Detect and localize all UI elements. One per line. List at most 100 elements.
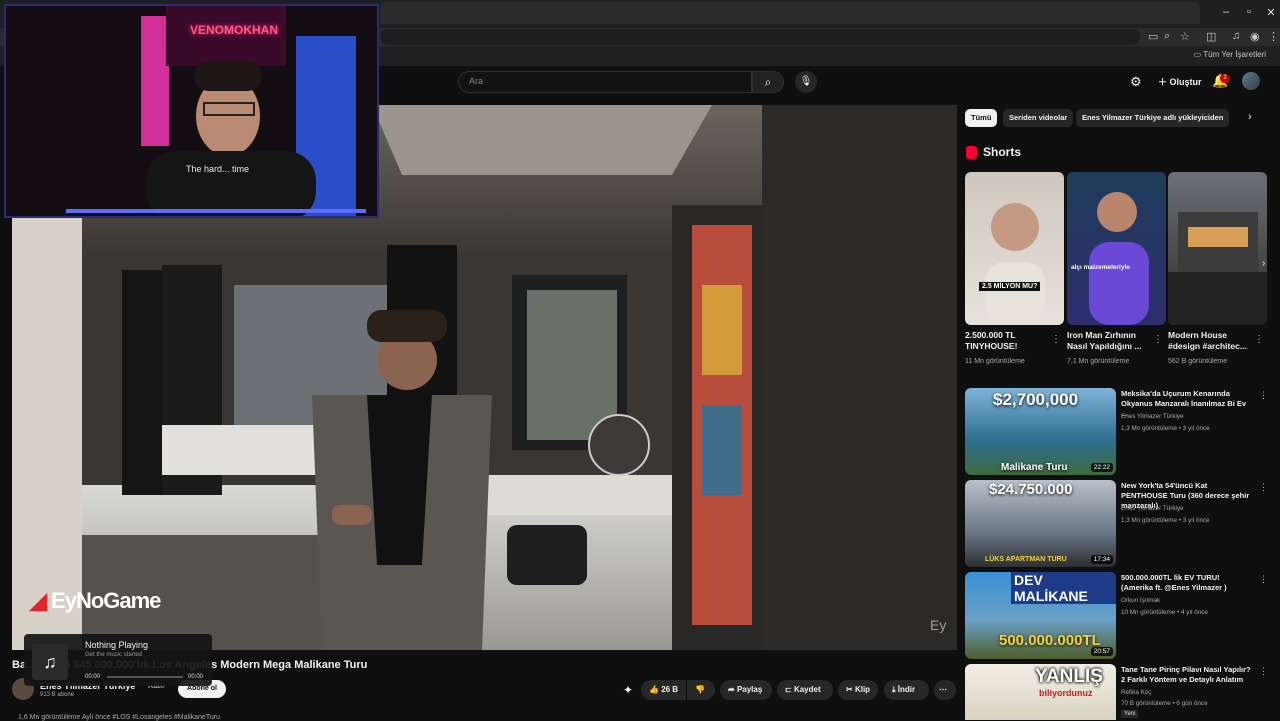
short-thumb-art — [985, 203, 1045, 325]
rec-thumb-caption: biliyordunuz — [1039, 688, 1093, 698]
account-avatar[interactable] — [1242, 72, 1260, 90]
clip-label: Klip — [854, 685, 871, 694]
rec-meta: 10 Mn görüntüleme • 4 yıl önce — [1121, 609, 1208, 616]
rec-duration: 22:22 — [1090, 463, 1113, 472]
chip-series[interactable]: Seriden videolar — [1003, 109, 1074, 127]
rec-thumbnail[interactable]: $24.750.000 LÜKS APARTMAN TURU 17:34 — [965, 480, 1116, 567]
music-time-end: 00:00 — [188, 674, 204, 680]
minimize-button[interactable]: – — [1214, 6, 1238, 18]
search-input[interactable]: Ara — [458, 71, 752, 93]
rec-thumb-headline: DEV MALİKANE — [1011, 572, 1116, 604]
thumbs-down-icon: 👎 — [695, 685, 705, 694]
short-more-icon[interactable]: ⋮ — [1051, 334, 1061, 345]
star-icon[interactable]: ☆ — [1180, 30, 1190, 43]
cast-icon[interactable]: ⚙ — [1130, 74, 1142, 90]
rec-thumb-caption: LÜKS APARTMAN TURU — [985, 556, 1067, 563]
voice-search-button[interactable]: 🎙 — [795, 71, 817, 93]
chevron-right-icon[interactable]: › — [1248, 111, 1252, 123]
media-icon[interactable]: ♫ — [1232, 30, 1240, 42]
short-title[interactable]: Iron Man Zırhının Nasıl Yapıldığını ... — [1067, 330, 1151, 352]
zoom-icon[interactable]: ⌕ — [1164, 30, 1170, 43]
rec-channel[interactable]: Enes Yilmazer Türkiye — [1121, 413, 1184, 420]
short-more-icon[interactable]: ⋮ — [1153, 334, 1163, 345]
rec-thumbnail[interactable]: $2,700,000 Malikane Turu 22:22 — [965, 388, 1116, 475]
rec-title[interactable]: 500.000.000TL lik EV TURU! (Amerika ft. … — [1121, 573, 1251, 593]
short-title[interactable]: Modern House #design #architec... — [1168, 330, 1252, 352]
rec-title[interactable]: Tane Tane Pirinç Pilavı Nasıl Yapılır? 2… — [1121, 665, 1251, 685]
chip-all[interactable]: Tümü — [965, 109, 998, 127]
clip-button[interactable]: ✂ Klip — [838, 680, 878, 700]
rec-channel[interactable]: Refika Koç — [1121, 689, 1151, 696]
all-bookmarks-label: Tüm Yer İşaretleri — [1203, 50, 1266, 59]
subscriber-count: 913 B abone — [40, 692, 75, 698]
webcam-scene — [6, 6, 377, 216]
new-badge: Yeni — [1121, 710, 1139, 718]
dislike-button[interactable]: 👎 — [687, 680, 715, 700]
logo-mark-icon: ◢ — [30, 588, 52, 613]
close-window-button[interactable]: ✕ — [1259, 6, 1280, 19]
screen-icon[interactable]: ▭ — [1148, 30, 1158, 43]
rec-more-icon[interactable]: ⋮ — [1259, 390, 1268, 401]
folder-icon: ▭ — [1193, 50, 1204, 59]
rec-more-icon[interactable]: ⋮ — [1259, 482, 1268, 493]
short-title[interactable]: 2.500.000 TL TINYHOUSE! — [965, 330, 1049, 352]
rec-duration: 17:34 — [1090, 555, 1113, 564]
save-label: Kaydet — [793, 685, 821, 694]
rec-thumbnail[interactable]: DEV MALİKANE 500.000.000TL 20:57 — [965, 572, 1116, 659]
browser-menu-icon[interactable]: ⋮ — [1268, 30, 1279, 43]
webcam-shirt-text: The hard... time — [186, 164, 250, 174]
more-actions-button[interactable]: ⋯ — [934, 680, 956, 700]
plus-icon: ＋ — [1158, 77, 1170, 87]
all-bookmarks-link[interactable]: ▭ Tüm Yer İşaretleri — [1194, 50, 1266, 59]
download-button[interactable]: ⤓ İndir — [884, 680, 929, 700]
thumbs-up-icon: 👍 — [649, 685, 662, 694]
extensions-icon[interactable]: ◫ — [1206, 30, 1216, 43]
sparkle-icon[interactable]: ✦ — [623, 683, 633, 697]
rec-thumb-headline: YANLIŞ — [1035, 666, 1103, 687]
short-views: 7,1 Mn görüntüleme — [1067, 358, 1130, 365]
create-label: Oluştur — [1169, 77, 1202, 87]
rec-channel[interactable]: Orkun Işıtmak — [1121, 597, 1160, 604]
rec-more-icon[interactable]: ⋮ — [1259, 574, 1268, 585]
short-views: 11 Mn görüntüleme — [965, 358, 1025, 365]
search-icon: ⌕ — [764, 75, 772, 89]
rec-meta: 1,3 Mn görüntüleme • 3 yıl önce — [1121, 517, 1210, 524]
like-button[interactable]: 👍 26 B — [641, 680, 686, 700]
rec-thumbnail[interactable]: YANLIŞ biliyordunuz — [965, 664, 1116, 720]
search-button[interactable]: ⌕ — [752, 71, 784, 93]
profile-icon[interactable]: ◉ — [1250, 30, 1260, 43]
channel-watermark: Ey — [930, 617, 947, 633]
like-count: 26 B — [661, 685, 679, 694]
rec-more-icon[interactable]: ⋮ — [1259, 666, 1268, 677]
chip-uploader[interactable]: Enes Yilmazer Türkiye adlı yükleyiciden — [1076, 109, 1230, 127]
short-overlay-text: 2.5 MİLYON MU? — [979, 282, 1041, 291]
shorts-next-chevron-icon[interactable]: › — [1262, 258, 1265, 269]
address-bar[interactable] — [380, 29, 1140, 45]
short-thumbnail[interactable]: alçı malzemeleriyle — [1067, 172, 1166, 325]
download-label: İndir — [897, 685, 916, 694]
save-button[interactable]: ⊏ Kaydet — [777, 680, 833, 700]
rec-channel[interactable]: Enes Yilmazer Türkiye — [1121, 505, 1184, 512]
music-title: Nothing Playing — [85, 640, 149, 650]
bookmark-icon: ⊏ — [785, 685, 794, 694]
rec-thumb-headline: $24.750.000 — [989, 481, 1073, 498]
rec-meta: 70 B görüntüleme • 6 gün önce — [1121, 700, 1208, 707]
create-button[interactable]: ＋ Oluştur — [1150, 72, 1210, 92]
short-more-icon[interactable]: ⋮ — [1254, 334, 1264, 345]
short-thumb-art — [1089, 192, 1149, 325]
notification-count-badge: 2 — [1220, 74, 1230, 83]
shorts-header: Shorts — [983, 145, 1022, 159]
maximize-button[interactable]: ▫ — [1237, 6, 1261, 18]
mic-icon: 🎙 — [799, 76, 813, 87]
share-label: Paylaş — [736, 685, 763, 694]
short-thumbnail[interactable]: 2.5 MİLYON MU? — [965, 172, 1064, 325]
rec-thumb-caption: Malikane Turu — [1001, 462, 1068, 473]
browser-tab[interactable] — [380, 2, 1200, 24]
stream-logo-text: EyNoGame — [51, 588, 161, 613]
short-thumbnail[interactable] — [1168, 172, 1267, 325]
music-note-icon: ♫ — [32, 644, 68, 680]
rec-thumb-headline: $2,700,000 — [993, 390, 1079, 409]
rec-meta: 1,3 Mn görüntüleme • 3 yıl önce — [1121, 425, 1210, 432]
share-button[interactable]: ➦ Paylaş — [720, 680, 772, 700]
stream-logo: ◢ EyNoGame — [30, 588, 161, 614]
